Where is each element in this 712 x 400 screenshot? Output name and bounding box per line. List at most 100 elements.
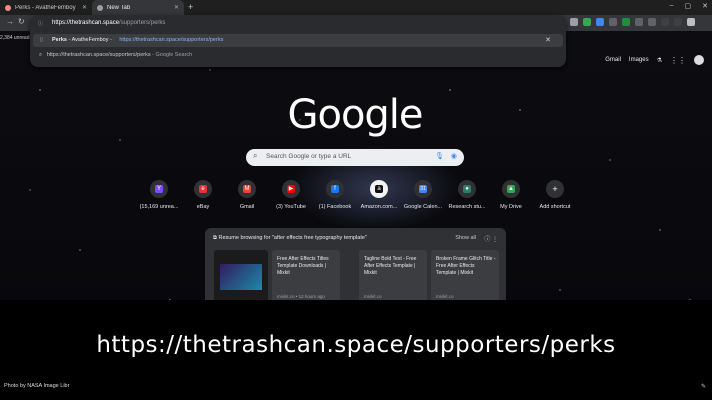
page-icon: ▯ <box>40 37 43 43</box>
calendar-icon: 31 <box>419 185 427 193</box>
gmail-link[interactable]: Gmail <box>605 57 621 63</box>
shortcut-research[interactable]: ● Research stu... <box>445 180 489 210</box>
tab-close-icon[interactable]: ✕ <box>82 4 87 11</box>
tab-favicon-icon <box>5 4 11 11</box>
avatar[interactable] <box>694 55 704 65</box>
tab-favicon-icon <box>97 4 103 11</box>
shortcut-youtube[interactable]: ▶ (3) YouTube <box>269 180 313 210</box>
shortcut-circle: Y <box>150 180 168 198</box>
customize-icon[interactable]: ✎ <box>701 383 706 390</box>
tab-perks[interactable]: Perks - AvatheFemboy ✕ <box>0 0 92 15</box>
tab-close-icon[interactable]: ✕ <box>174 4 179 11</box>
tab-title: Perks - AvatheFemboy <box>15 4 76 11</box>
omnibox-suggestion-history[interactable]: ▯ Perks - AvatheFemboy - https://thetras… <box>33 34 563 47</box>
shortcut-tiles: Y (15,169 unrea... e eBay M Gmail ▶ (3) YouT… <box>137 180 577 210</box>
suggestion-url: https://thetrashcan.space/supporters/per… <box>119 37 224 43</box>
resume-header: ⧉ Resume browsing for "after effects fre… <box>213 235 367 242</box>
journeys-icon: ⧉ <box>213 235 217 241</box>
amazon-icon: a <box>375 185 383 193</box>
thumbnail-image <box>220 264 262 290</box>
minimize-icon[interactable]: – <box>670 2 674 10</box>
google-logo: Google <box>287 92 423 138</box>
search-box[interactable]: ⌕ Search Google or type a URL 🎙 ◉ <box>246 149 464 166</box>
url-caption: https://thetrashcan.space/supporters/per… <box>96 332 616 358</box>
extension-icon[interactable] <box>570 18 578 26</box>
address-input[interactable]: https://thetrashcan.space/supporters/per… <box>52 20 165 26</box>
facebook-icon: f <box>331 185 339 193</box>
plus-icon: + <box>551 184 559 194</box>
suggestion-text: Perks - AvatheFemboy - https://thetrashc… <box>52 37 223 43</box>
profile-icon[interactable] <box>687 18 695 26</box>
new-tab-button[interactable]: + <box>188 2 193 12</box>
shortcut-circle: e <box>194 180 212 198</box>
resume-menu-icon[interactable]: ⓘ ⋮ <box>484 234 498 243</box>
extension-icon[interactable] <box>596 18 604 26</box>
maximize-icon[interactable]: ▢ <box>685 2 692 10</box>
shortcut-circle: + <box>546 180 564 198</box>
puzzle-icon[interactable] <box>635 18 643 26</box>
search-icon: ⌕ <box>253 151 258 160</box>
extension-icon[interactable] <box>622 18 630 26</box>
shortcut-label: My Drive <box>500 204 522 210</box>
resume-card-source: mixkit.co <box>364 294 382 299</box>
tab-new-tab[interactable]: New Tab ✕ <box>92 0 184 15</box>
shortcut-yahoo-mail[interactable]: Y (15,169 unrea... <box>137 180 181 210</box>
address-host: https://thetrashcan.space <box>52 20 120 26</box>
yahoo-mail-icon: Y <box>155 185 163 193</box>
shortcut-my-drive[interactable]: ▲ My Drive <box>489 180 533 210</box>
resume-card-title: Free After Effects Titles Template Downl… <box>277 256 329 276</box>
drive-icon: ▲ <box>507 185 515 193</box>
photo-credit[interactable]: Photo by NASA Image Libr <box>4 383 69 389</box>
google-top-links: Gmail Images ⚗ ⋮⋮ <box>605 55 704 65</box>
remove-suggestion-icon[interactable]: ✕ <box>545 36 551 44</box>
images-link[interactable]: Images <box>629 57 649 63</box>
shortcut-gmail[interactable]: M Gmail <box>225 180 269 210</box>
site-info-icon[interactable]: ⓘ <box>38 20 43 27</box>
extension-icon[interactable] <box>609 18 617 26</box>
suggestion-sep: - AvatheFemboy - <box>67 37 114 43</box>
resume-card-source: mixkit.co <box>436 294 454 299</box>
shortcut-label: (15,169 unrea... <box>139 204 179 210</box>
shortcut-label: Research stu... <box>448 204 486 210</box>
resume-card-source: mixkit.co • 12 hours ago <box>277 294 325 299</box>
shortcut-label: eBay <box>196 204 210 210</box>
suggestion-suffix: - Google Search <box>150 52 193 58</box>
google-icon[interactable] <box>661 18 669 26</box>
shortcut-label: (1) Facebook <box>318 204 352 210</box>
suggestion-url: https://thetrashcan.space/supporters/per… <box>46 52 151 58</box>
shortcut-google-calendar[interactable]: 31 Google Calen... <box>401 180 445 210</box>
resume-card-title: Tagline Bold Text - Free After Effects T… <box>364 256 417 276</box>
omnibox-suggestion-search[interactable]: ⌕ https://thetrashcan.space/supporters/p… <box>39 52 192 59</box>
shortcut-label: Amazon.com... <box>360 204 398 210</box>
shortcut-circle: a <box>370 180 388 198</box>
suggestion-title: Perks <box>52 37 67 43</box>
sidepanel-icon[interactable] <box>648 18 656 26</box>
lens-icon[interactable]: ◉ <box>451 152 457 160</box>
reload-icon[interactable]: ↻ <box>18 17 25 26</box>
window-controls: – ▢ ✕ <box>670 2 708 10</box>
close-window-icon[interactable]: ✕ <box>702 2 708 10</box>
search-icon: ⌕ <box>39 52 43 58</box>
address-path: /supporters/perks <box>119 20 166 26</box>
ebay-icon: e <box>199 185 207 193</box>
omnibox-dropdown[interactable]: ⓘ https://thetrashcan.space/supporters/p… <box>30 15 566 67</box>
shortcut-ebay[interactable]: e eBay <box>181 180 225 210</box>
forward-icon[interactable]: → <box>6 17 14 26</box>
resume-browsing-card: ⧉ Resume browsing for "after effects fre… <box>205 228 506 308</box>
shortcut-circle: ● <box>458 180 476 198</box>
shortcut-amazon[interactable]: a Amazon.com... <box>357 180 401 210</box>
menu-icon[interactable] <box>674 18 682 26</box>
shortcut-circle: M <box>238 180 256 198</box>
extension-icon[interactable] <box>583 18 591 26</box>
show-all-link[interactable]: Show all <box>455 235 476 241</box>
apps-grid-icon[interactable]: ⋮⋮ <box>670 56 686 65</box>
labs-icon[interactable]: ⚗ <box>657 57 662 64</box>
search-input[interactable]: Search Google or type a URL <box>266 153 351 160</box>
shortcut-facebook[interactable]: f (1) Facebook <box>313 180 357 210</box>
add-shortcut-button[interactable]: + Add shortcut <box>533 180 577 210</box>
shortcut-label: (3) YouTube <box>276 204 306 210</box>
microphone-icon[interactable]: 🎙 <box>435 152 444 160</box>
shortcut-label: Add shortcut <box>539 204 571 210</box>
shortcut-circle: 31 <box>414 180 432 198</box>
gmail-icon: M <box>243 185 251 193</box>
